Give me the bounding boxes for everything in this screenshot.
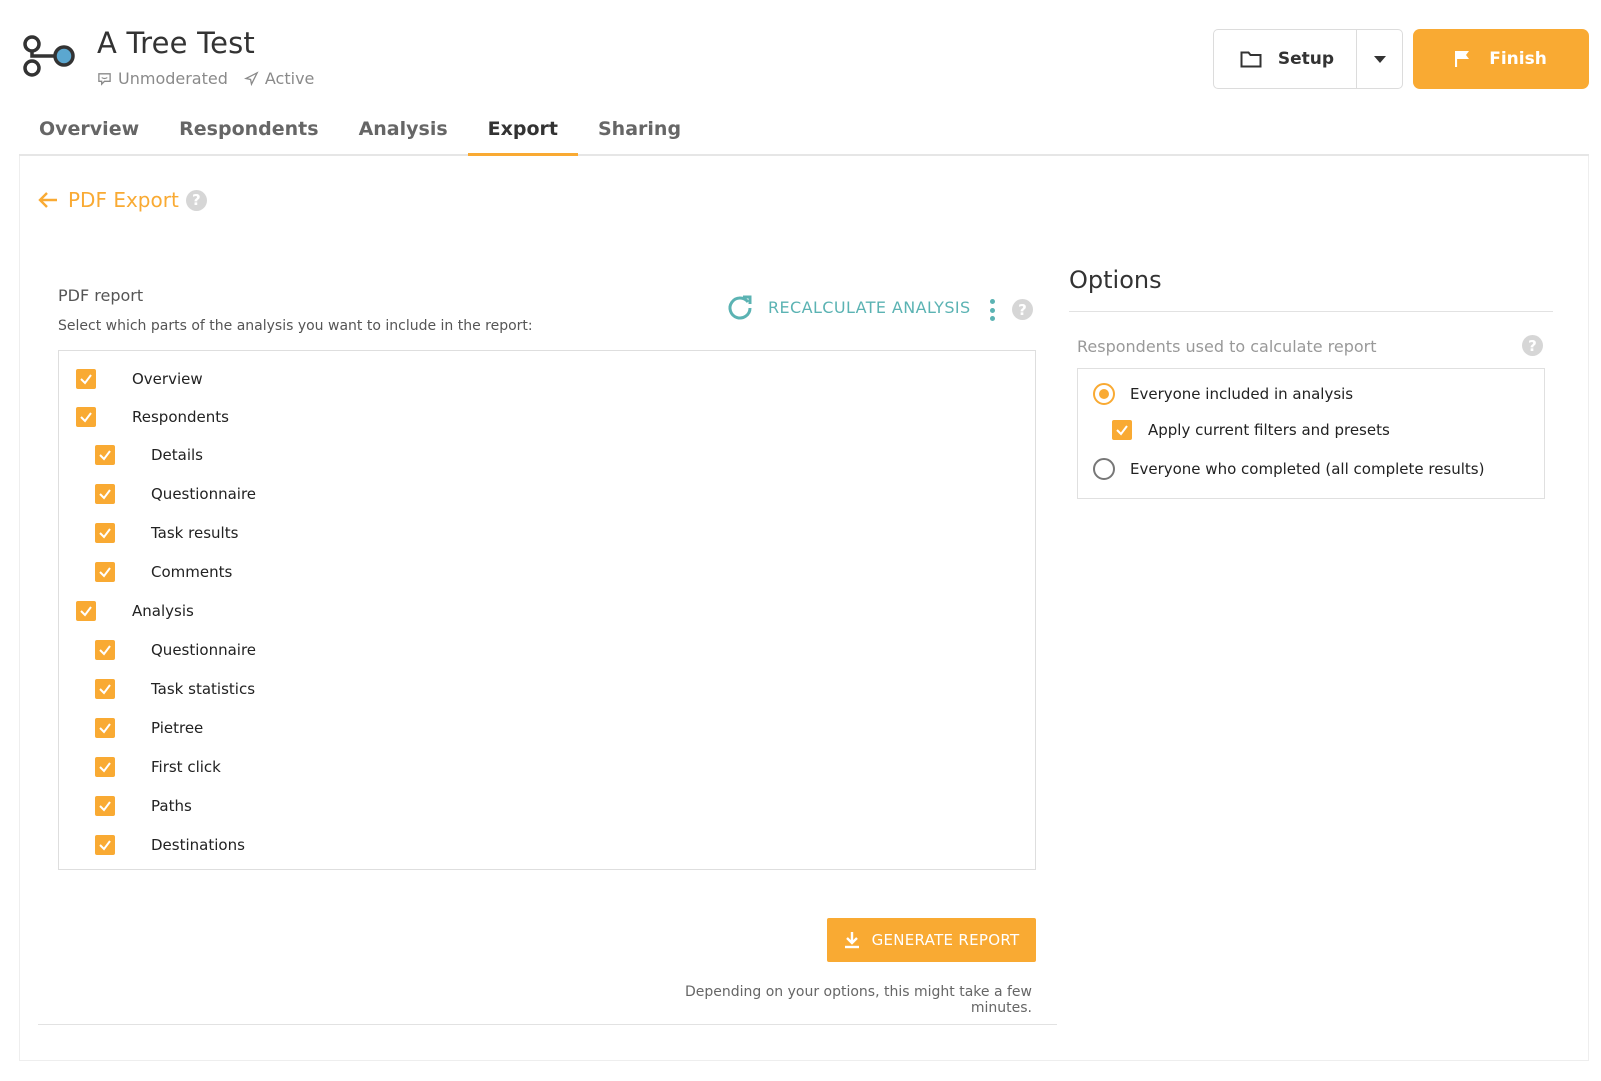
- checkbox-task-statistics[interactable]: Task statistics: [95, 679, 255, 699]
- send-icon: [243, 71, 259, 86]
- generate-report-label: GENERATE REPORT: [871, 931, 1020, 949]
- checkbox-label: Questionnaire: [151, 641, 257, 659]
- checkbox-checked-icon: [95, 484, 115, 504]
- checkbox-label: Overview: [132, 370, 203, 388]
- setup-button[interactable]: Setup: [1214, 30, 1356, 88]
- checkbox-checked-icon: [1112, 420, 1132, 440]
- recalculate-label: RECALCULATE ANALYSIS: [768, 297, 971, 317]
- checkbox-checked-icon: [95, 796, 115, 816]
- checkbox-details[interactable]: Details: [95, 445, 203, 465]
- checkbox-analysis-questionnaire[interactable]: Questionnaire: [95, 640, 256, 660]
- checkbox-checked-icon: [95, 562, 115, 582]
- divider: [38, 1024, 1057, 1025]
- checkbox-label: Paths: [151, 797, 192, 815]
- radio-everyone-included[interactable]: Everyone included in analysis: [1093, 383, 1353, 405]
- checkbox-checked-icon: [95, 718, 115, 738]
- setup-button-group: Setup: [1213, 29, 1403, 89]
- setup-label: Setup: [1277, 49, 1335, 69]
- generate-report-button[interactable]: GENERATE REPORT: [827, 918, 1036, 962]
- divider: [1069, 311, 1553, 312]
- checkbox-apply-filters[interactable]: Apply current filters and presets: [1112, 420, 1390, 440]
- flag-icon: [1455, 51, 1470, 67]
- checkbox-first-click[interactable]: First click: [95, 757, 221, 777]
- tab-sharing[interactable]: Sharing: [578, 110, 701, 156]
- checkbox-label: Pietree: [151, 719, 204, 737]
- recalculate-help-icon[interactable]: ?: [1012, 299, 1033, 320]
- test-meta: Unmoderated Active: [97, 69, 314, 88]
- checkbox-comments[interactable]: Comments: [95, 562, 232, 582]
- checkbox-pietree[interactable]: Pietree: [95, 718, 203, 738]
- report-sections-list: Overview Respondents Details Questionnai…: [58, 350, 1036, 870]
- radio-everyone-completed[interactable]: Everyone who completed (all complete res…: [1093, 458, 1484, 480]
- pdf-report-subtitle: Select which parts of the analysis you w…: [58, 318, 533, 334]
- checkbox-label: Details: [151, 446, 204, 464]
- pdf-report-label: PDF report: [58, 286, 144, 305]
- checkbox-label: Respondents: [132, 408, 229, 426]
- checkbox-checked-icon: [76, 601, 96, 621]
- mode-label: Unmoderated: [118, 69, 228, 88]
- download-icon: [844, 932, 859, 949]
- radio-selected-icon: [1093, 383, 1115, 405]
- checkbox-checked-icon: [95, 445, 115, 465]
- checkbox-label: Questionnaire: [151, 485, 257, 503]
- more-options-icon[interactable]: [989, 299, 995, 321]
- checkbox-checked-icon: [95, 835, 115, 855]
- checkbox-label: Apply current filters and presets: [1148, 421, 1390, 439]
- checkbox-checked-icon: [76, 407, 96, 427]
- section-title: PDF Export: [68, 188, 179, 212]
- checkbox-destinations[interactable]: Destinations: [95, 835, 245, 855]
- finish-label: Finish: [1489, 49, 1547, 69]
- status-label: Active: [264, 69, 315, 88]
- radio-unselected-icon: [1093, 458, 1115, 480]
- checkbox-checked-icon: [95, 679, 115, 699]
- checkbox-label: Task results: [151, 524, 239, 542]
- arrow-left-icon: [38, 192, 57, 208]
- caret-down-icon: [1373, 55, 1386, 63]
- options-title: Options: [1069, 266, 1162, 294]
- checkbox-overview[interactable]: Overview: [76, 369, 203, 389]
- checkbox-label: Destinations: [151, 836, 245, 854]
- tab-respondents[interactable]: Respondents: [159, 110, 338, 156]
- back-link[interactable]: PDF Export ?: [38, 188, 207, 212]
- checkbox-analysis[interactable]: Analysis: [76, 601, 194, 621]
- checkbox-checked-icon: [76, 369, 96, 389]
- checkbox-checked-icon: [95, 640, 115, 660]
- checkbox-label: Comments: [151, 563, 233, 581]
- recalculate-button[interactable]: RECALCULATE ANALYSIS: [726, 293, 971, 321]
- folder-icon: [1240, 51, 1262, 68]
- tab-overview[interactable]: Overview: [19, 110, 159, 156]
- radio-label: Everyone included in analysis: [1130, 385, 1354, 403]
- help-icon[interactable]: ?: [185, 189, 207, 211]
- tab-bar: Overview Respondents Analysis Export Sha…: [19, 110, 1589, 156]
- checkbox-respondents-questionnaire[interactable]: Questionnaire: [95, 484, 256, 504]
- respondents-options-box: Everyone included in analysis Apply curr…: [1077, 368, 1545, 499]
- chat-icon: [98, 73, 111, 86]
- checkbox-respondents[interactable]: Respondents: [76, 407, 229, 427]
- checkbox-label: Analysis: [132, 602, 194, 620]
- checkbox-task-results[interactable]: Task results: [95, 523, 238, 543]
- setup-dropdown-toggle[interactable]: [1356, 30, 1402, 88]
- checkbox-paths[interactable]: Paths: [95, 796, 192, 816]
- checkbox-checked-icon: [95, 757, 115, 777]
- respondents-calc-label: Respondents used to calculate report: [1077, 337, 1377, 356]
- tab-analysis[interactable]: Analysis: [339, 110, 468, 156]
- page-title: A Tree Test: [97, 26, 256, 60]
- checkbox-checked-icon: [95, 523, 115, 543]
- radio-label: Everyone who completed (all complete res…: [1130, 460, 1485, 478]
- checkbox-label: First click: [151, 758, 221, 776]
- generate-note: Depending on your options, this might ta…: [684, 984, 1032, 1016]
- tab-export[interactable]: Export: [467, 110, 578, 156]
- checkbox-label: Task statistics: [151, 680, 256, 698]
- finish-button[interactable]: Finish: [1413, 29, 1589, 89]
- app-logo-icon: [23, 35, 75, 77]
- refresh-icon: [728, 295, 752, 320]
- options-help-icon[interactable]: ?: [1522, 335, 1543, 356]
